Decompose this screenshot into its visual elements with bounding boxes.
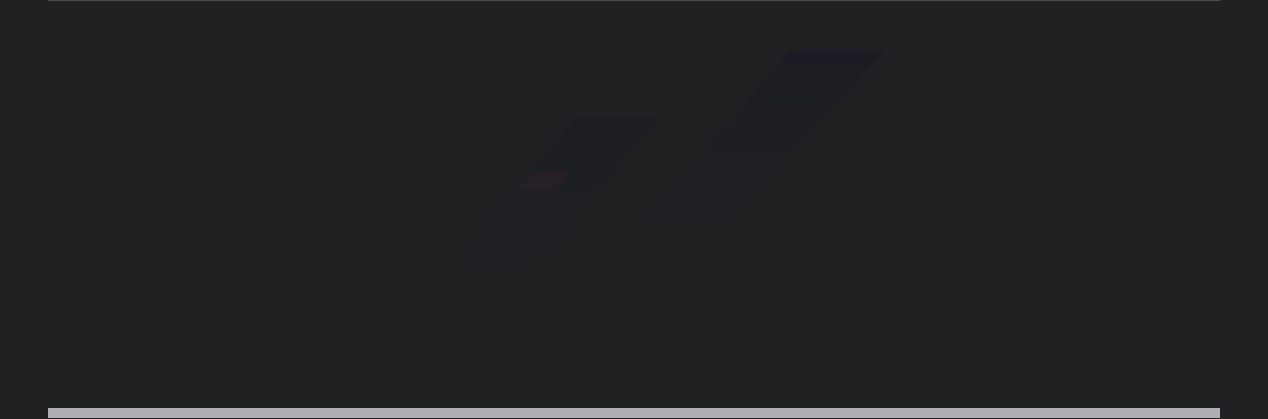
horizontal-scrollbar[interactable] — [48, 408, 1220, 418]
watermark-stripe-right — [580, 50, 885, 300]
app-canvas — [0, 0, 1268, 419]
watermark-stripe-left — [390, 118, 660, 340]
brand-logo-watermark-icon — [390, 50, 885, 340]
